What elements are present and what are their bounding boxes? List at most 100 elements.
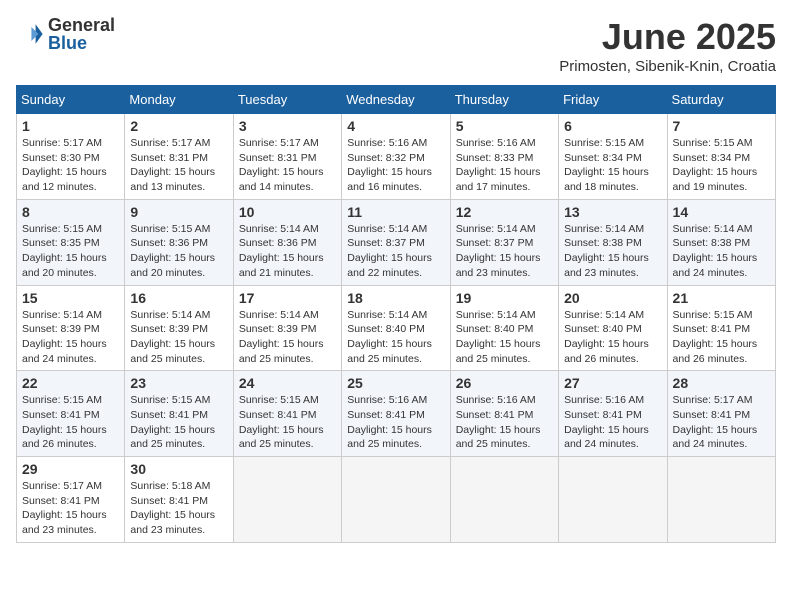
day-info: Sunrise: 5:14 AM Sunset: 8:39 PM Dayligh…	[130, 308, 227, 367]
calendar-week-row: 22 Sunrise: 5:15 AM Sunset: 8:41 PM Dayl…	[17, 371, 776, 457]
calendar-week-row: 15 Sunrise: 5:14 AM Sunset: 8:39 PM Dayl…	[17, 285, 776, 371]
calendar-day-cell: 27 Sunrise: 5:16 AM Sunset: 8:41 PM Dayl…	[559, 371, 667, 457]
logo-icon	[16, 20, 44, 48]
calendar-day-cell: 23 Sunrise: 5:15 AM Sunset: 8:41 PM Dayl…	[125, 371, 233, 457]
weekday-header-saturday: Saturday	[667, 86, 775, 114]
day-number: 6	[564, 118, 661, 134]
day-number: 9	[130, 204, 227, 220]
day-info: Sunrise: 5:16 AM Sunset: 8:41 PM Dayligh…	[564, 393, 661, 452]
calendar-week-row: 1 Sunrise: 5:17 AM Sunset: 8:30 PM Dayli…	[17, 114, 776, 200]
day-info: Sunrise: 5:14 AM Sunset: 8:37 PM Dayligh…	[347, 222, 444, 281]
day-info: Sunrise: 5:15 AM Sunset: 8:41 PM Dayligh…	[239, 393, 336, 452]
calendar-day-cell: 12 Sunrise: 5:14 AM Sunset: 8:37 PM Dayl…	[450, 199, 558, 285]
day-number: 24	[239, 375, 336, 391]
weekday-header-wednesday: Wednesday	[342, 86, 450, 114]
calendar-day-cell: 1 Sunrise: 5:17 AM Sunset: 8:30 PM Dayli…	[17, 114, 125, 200]
calendar-day-cell: 18 Sunrise: 5:14 AM Sunset: 8:40 PM Dayl…	[342, 285, 450, 371]
calendar-day-cell: 13 Sunrise: 5:14 AM Sunset: 8:38 PM Dayl…	[559, 199, 667, 285]
day-info: Sunrise: 5:14 AM Sunset: 8:40 PM Dayligh…	[347, 308, 444, 367]
day-number: 18	[347, 290, 444, 306]
calendar-empty-cell	[342, 457, 450, 543]
day-info: Sunrise: 5:16 AM Sunset: 8:33 PM Dayligh…	[456, 136, 553, 195]
day-info: Sunrise: 5:17 AM Sunset: 8:41 PM Dayligh…	[673, 393, 770, 452]
day-number: 13	[564, 204, 661, 220]
calendar-day-cell: 14 Sunrise: 5:14 AM Sunset: 8:38 PM Dayl…	[667, 199, 775, 285]
logo-text: General Blue	[48, 16, 115, 52]
day-number: 27	[564, 375, 661, 391]
day-number: 2	[130, 118, 227, 134]
calendar-week-row: 8 Sunrise: 5:15 AM Sunset: 8:35 PM Dayli…	[17, 199, 776, 285]
day-info: Sunrise: 5:14 AM Sunset: 8:39 PM Dayligh…	[239, 308, 336, 367]
month-title: June 2025	[559, 16, 776, 58]
day-number: 23	[130, 375, 227, 391]
day-info: Sunrise: 5:14 AM Sunset: 8:38 PM Dayligh…	[564, 222, 661, 281]
day-info: Sunrise: 5:14 AM Sunset: 8:36 PM Dayligh…	[239, 222, 336, 281]
day-info: Sunrise: 5:15 AM Sunset: 8:35 PM Dayligh…	[22, 222, 119, 281]
day-info: Sunrise: 5:17 AM Sunset: 8:31 PM Dayligh…	[239, 136, 336, 195]
day-info: Sunrise: 5:15 AM Sunset: 8:36 PM Dayligh…	[130, 222, 227, 281]
day-number: 28	[673, 375, 770, 391]
day-info: Sunrise: 5:14 AM Sunset: 8:40 PM Dayligh…	[564, 308, 661, 367]
calendar-day-cell: 20 Sunrise: 5:14 AM Sunset: 8:40 PM Dayl…	[559, 285, 667, 371]
calendar-empty-cell	[233, 457, 341, 543]
day-info: Sunrise: 5:14 AM Sunset: 8:40 PM Dayligh…	[456, 308, 553, 367]
calendar-day-cell: 7 Sunrise: 5:15 AM Sunset: 8:34 PM Dayli…	[667, 114, 775, 200]
logo-blue: Blue	[48, 34, 115, 52]
day-number: 25	[347, 375, 444, 391]
calendar-day-cell: 8 Sunrise: 5:15 AM Sunset: 8:35 PM Dayli…	[17, 199, 125, 285]
calendar-day-cell: 16 Sunrise: 5:14 AM Sunset: 8:39 PM Dayl…	[125, 285, 233, 371]
day-number: 7	[673, 118, 770, 134]
page-header: General Blue June 2025 Primosten, Sibeni…	[16, 16, 776, 75]
day-info: Sunrise: 5:15 AM Sunset: 8:41 PM Dayligh…	[130, 393, 227, 452]
day-info: Sunrise: 5:16 AM Sunset: 8:32 PM Dayligh…	[347, 136, 444, 195]
day-number: 19	[456, 290, 553, 306]
day-number: 4	[347, 118, 444, 134]
day-info: Sunrise: 5:17 AM Sunset: 8:41 PM Dayligh…	[22, 479, 119, 538]
weekday-header-sunday: Sunday	[17, 86, 125, 114]
calendar-day-cell: 11 Sunrise: 5:14 AM Sunset: 8:37 PM Dayl…	[342, 199, 450, 285]
calendar-day-cell: 29 Sunrise: 5:17 AM Sunset: 8:41 PM Dayl…	[17, 457, 125, 543]
calendar-day-cell: 4 Sunrise: 5:16 AM Sunset: 8:32 PM Dayli…	[342, 114, 450, 200]
day-info: Sunrise: 5:18 AM Sunset: 8:41 PM Dayligh…	[130, 479, 227, 538]
calendar-day-cell: 5 Sunrise: 5:16 AM Sunset: 8:33 PM Dayli…	[450, 114, 558, 200]
logo: General Blue	[16, 16, 115, 52]
calendar-day-cell: 25 Sunrise: 5:16 AM Sunset: 8:41 PM Dayl…	[342, 371, 450, 457]
day-number: 26	[456, 375, 553, 391]
calendar-day-cell: 15 Sunrise: 5:14 AM Sunset: 8:39 PM Dayl…	[17, 285, 125, 371]
day-info: Sunrise: 5:15 AM Sunset: 8:34 PM Dayligh…	[673, 136, 770, 195]
calendar-day-cell: 17 Sunrise: 5:14 AM Sunset: 8:39 PM Dayl…	[233, 285, 341, 371]
calendar-day-cell: 3 Sunrise: 5:17 AM Sunset: 8:31 PM Dayli…	[233, 114, 341, 200]
day-number: 29	[22, 461, 119, 477]
day-number: 8	[22, 204, 119, 220]
location-title: Primosten, Sibenik-Knin, Croatia	[559, 58, 776, 75]
calendar-day-cell: 22 Sunrise: 5:15 AM Sunset: 8:41 PM Dayl…	[17, 371, 125, 457]
calendar-day-cell: 9 Sunrise: 5:15 AM Sunset: 8:36 PM Dayli…	[125, 199, 233, 285]
day-number: 30	[130, 461, 227, 477]
calendar-day-cell: 21 Sunrise: 5:15 AM Sunset: 8:41 PM Dayl…	[667, 285, 775, 371]
weekday-header-thursday: Thursday	[450, 86, 558, 114]
day-info: Sunrise: 5:14 AM Sunset: 8:37 PM Dayligh…	[456, 222, 553, 281]
calendar-day-cell: 2 Sunrise: 5:17 AM Sunset: 8:31 PM Dayli…	[125, 114, 233, 200]
day-number: 1	[22, 118, 119, 134]
calendar-day-cell: 19 Sunrise: 5:14 AM Sunset: 8:40 PM Dayl…	[450, 285, 558, 371]
day-number: 20	[564, 290, 661, 306]
day-info: Sunrise: 5:17 AM Sunset: 8:31 PM Dayligh…	[130, 136, 227, 195]
weekday-header-monday: Monday	[125, 86, 233, 114]
day-number: 17	[239, 290, 336, 306]
calendar-day-cell: 6 Sunrise: 5:15 AM Sunset: 8:34 PM Dayli…	[559, 114, 667, 200]
calendar: SundayMondayTuesdayWednesdayThursdayFrid…	[16, 85, 776, 543]
day-number: 12	[456, 204, 553, 220]
day-number: 22	[22, 375, 119, 391]
weekday-header-tuesday: Tuesday	[233, 86, 341, 114]
calendar-empty-cell	[667, 457, 775, 543]
calendar-day-cell: 24 Sunrise: 5:15 AM Sunset: 8:41 PM Dayl…	[233, 371, 341, 457]
day-info: Sunrise: 5:16 AM Sunset: 8:41 PM Dayligh…	[347, 393, 444, 452]
day-number: 5	[456, 118, 553, 134]
day-info: Sunrise: 5:15 AM Sunset: 8:34 PM Dayligh…	[564, 136, 661, 195]
day-info: Sunrise: 5:17 AM Sunset: 8:30 PM Dayligh…	[22, 136, 119, 195]
weekday-header-friday: Friday	[559, 86, 667, 114]
day-number: 3	[239, 118, 336, 134]
calendar-empty-cell	[450, 457, 558, 543]
day-number: 16	[130, 290, 227, 306]
calendar-day-cell: 10 Sunrise: 5:14 AM Sunset: 8:36 PM Dayl…	[233, 199, 341, 285]
